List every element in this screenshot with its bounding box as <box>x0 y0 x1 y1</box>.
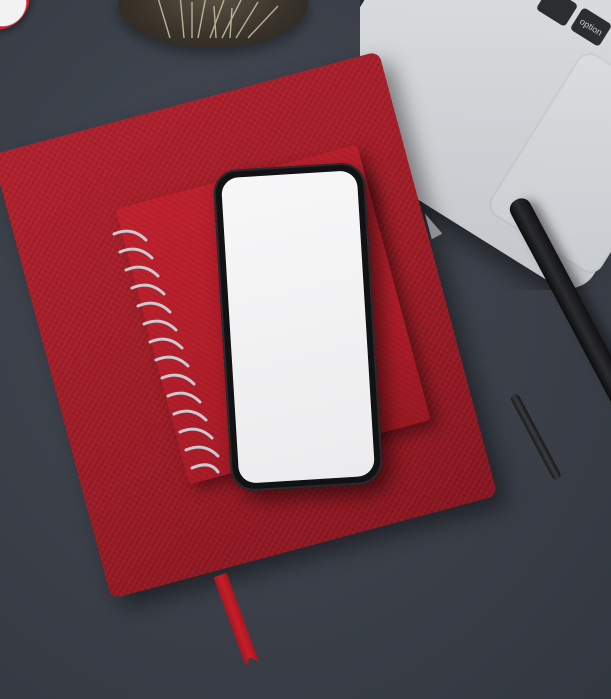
plant-spines <box>157 0 279 39</box>
phone-blank-screen <box>220 170 376 484</box>
bookmark-ribbon <box>213 573 259 667</box>
pen-clip <box>509 392 563 481</box>
smartphone <box>212 161 384 493</box>
desk-photo: option <box>0 0 611 699</box>
red-cup <box>0 0 30 30</box>
spiral-coils <box>112 229 220 474</box>
